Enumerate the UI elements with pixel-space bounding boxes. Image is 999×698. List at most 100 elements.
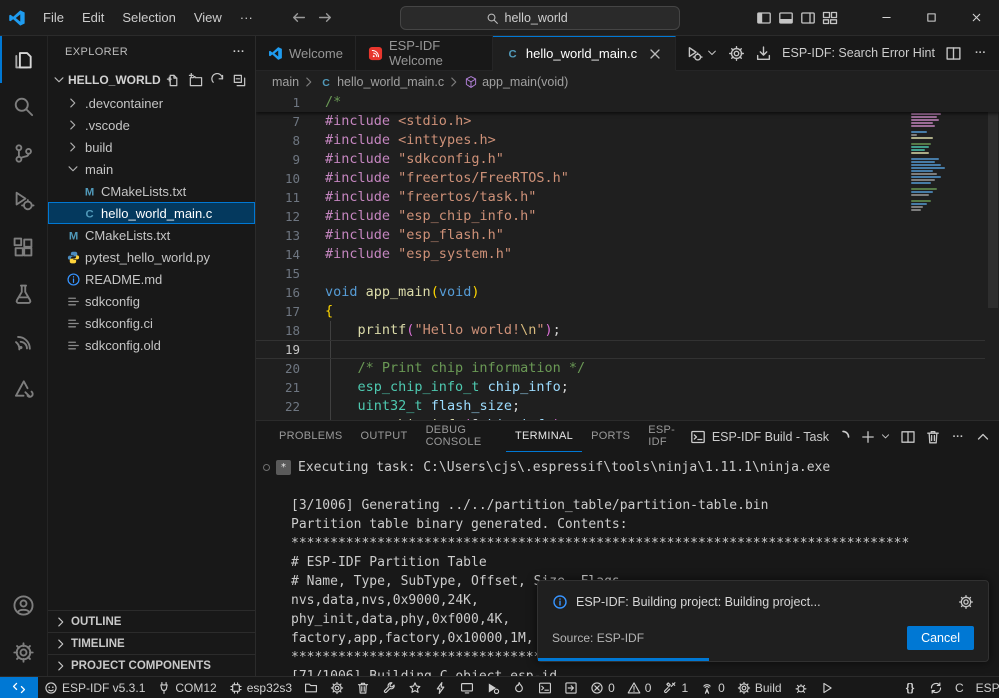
- status-execute-custom-task[interactable]: [558, 677, 584, 698]
- back-arrow-icon[interactable]: [290, 9, 307, 26]
- cancel-button[interactable]: Cancel: [907, 626, 974, 650]
- chevron-down-icon[interactable]: [880, 431, 891, 442]
- layout-sidebar-right-icon[interactable]: [800, 10, 816, 26]
- status-sync-status[interactable]: [923, 677, 949, 698]
- breadcrumb-item[interactable]: main: [272, 75, 299, 89]
- split-editor-icon[interactable]: [945, 45, 962, 62]
- split-terminal-icon[interactable]: [900, 429, 916, 445]
- menu-selection[interactable]: Selection: [113, 5, 184, 31]
- activity-espressif[interactable]: [0, 318, 47, 365]
- status-build-flash-monitor[interactable]: [506, 677, 532, 698]
- install-icon[interactable]: [755, 45, 772, 62]
- menu-edit[interactable]: Edit: [73, 5, 113, 31]
- refresh-icon[interactable]: [210, 73, 225, 88]
- tree-item-sdkconfig[interactable]: sdkconfig: [48, 290, 255, 312]
- close-icon[interactable]: [647, 46, 663, 62]
- minimap[interactable]: [907, 95, 965, 420]
- more-actions-icon[interactable]: ···: [972, 45, 989, 62]
- status-monitor-device[interactable]: [454, 677, 480, 698]
- activity-settings[interactable]: [0, 629, 47, 676]
- tree-item-sdkconfig-old[interactable]: sdkconfig.old: [48, 334, 255, 356]
- status-flash-device[interactable]: [428, 677, 454, 698]
- status-cmake-launch[interactable]: [814, 677, 840, 698]
- project-section-header[interactable]: HELLO_WORLD: [48, 68, 255, 92]
- activity-source-control[interactable]: [0, 130, 47, 177]
- tab-hello-world-main-c[interactable]: Chello_world_main.c: [493, 36, 676, 71]
- status-project-folder[interactable]: [298, 677, 324, 698]
- panel-tab-output[interactable]: OUTPUT: [352, 421, 417, 452]
- activity-account[interactable]: [0, 582, 47, 629]
- maximize-button[interactable]: [909, 0, 954, 35]
- status-cmake-build-variant[interactable]: Build: [731, 677, 788, 698]
- status-configure-tools[interactable]: 1: [657, 677, 694, 698]
- status-device-target[interactable]: esp32s3: [223, 677, 298, 698]
- panel-tab-problems[interactable]: PROBLEMS: [270, 421, 352, 452]
- terminal-task-selector[interactable]: ESP-IDF Build - Task: [690, 429, 851, 445]
- activity-run-debug[interactable]: [0, 177, 47, 224]
- breadcrumb-item[interactable]: Chello_world_main.c: [319, 75, 444, 89]
- new-terminal-icon[interactable]: [860, 429, 876, 445]
- minimize-button[interactable]: [864, 0, 909, 35]
- section-project-components[interactable]: PROJECT COMPONENTS: [48, 654, 255, 676]
- tab-welcome[interactable]: Welcome: [256, 36, 356, 70]
- new-file-icon[interactable]: [166, 73, 181, 88]
- tree-item-cmakelists-txt[interactable]: MCMakeLists.txt: [48, 180, 255, 202]
- panel-tab-ports[interactable]: PORTS: [582, 421, 639, 452]
- activity-esp-idf-explorer[interactable]: [0, 365, 47, 412]
- status-debug[interactable]: [480, 677, 506, 698]
- status-serial-port[interactable]: COM12: [151, 677, 222, 698]
- section-timeline[interactable]: TIMELINE: [48, 632, 255, 654]
- panel-tab-esp-idf[interactable]: ESP-IDF: [639, 421, 690, 452]
- status-remote-indicator[interactable]: [0, 677, 38, 698]
- breadcrumb-item[interactable]: app_main(void): [464, 75, 568, 89]
- status-idf-terminal[interactable]: [532, 677, 558, 698]
- section-outline[interactable]: OUTLINE: [48, 610, 255, 632]
- menu-view[interactable]: View: [185, 5, 231, 31]
- tree-item-cmakelists-txt[interactable]: MCMakeLists.txt: [48, 224, 255, 246]
- status-errors[interactable]: 0: [584, 677, 621, 698]
- code-editor[interactable]: 1/*7#include <stdio.h>8#include <inttype…: [256, 93, 999, 420]
- activity-search[interactable]: [0, 83, 47, 130]
- tree-item-hello-world-main-c[interactable]: Chello_world_main.c: [48, 202, 255, 224]
- menu-file[interactable]: File: [34, 5, 73, 31]
- menu-more[interactable]: ···: [231, 5, 262, 31]
- layout-custom-icon[interactable]: [822, 10, 838, 26]
- more-actions-icon[interactable]: ···: [950, 429, 966, 445]
- kill-terminal-icon[interactable]: [925, 429, 941, 445]
- gear-icon[interactable]: [728, 45, 745, 62]
- new-folder-icon[interactable]: [188, 73, 203, 88]
- status-format-status[interactable]: {}: [897, 677, 923, 698]
- status-sdk-configuration[interactable]: [324, 677, 350, 698]
- panel-tab-terminal[interactable]: TERMINAL: [506, 421, 582, 452]
- close-button[interactable]: [954, 0, 999, 35]
- activity-explorer[interactable]: [0, 36, 47, 83]
- tree-item--devcontainer[interactable]: .devcontainer: [48, 92, 255, 114]
- status-cmake-debug[interactable]: [788, 677, 814, 698]
- editor-scrollbar[interactable]: [986, 93, 999, 420]
- status-full-clean[interactable]: [350, 677, 376, 698]
- activity-extensions[interactable]: [0, 224, 47, 271]
- tree-item-pytest-hello-world-py[interactable]: pytest_hello_world.py: [48, 246, 255, 268]
- search-input[interactable]: [505, 11, 595, 25]
- tree-item-readme-md[interactable]: README.md: [48, 268, 255, 290]
- status-select-flash-method[interactable]: [402, 677, 428, 698]
- maximize-panel-icon[interactable]: [975, 429, 991, 445]
- activity-testing[interactable]: [0, 271, 47, 318]
- tab-esp-idf-welcome[interactable]: ESP-IDF Welcome: [356, 36, 493, 70]
- run-or-debug-icon[interactable]: [686, 45, 703, 62]
- status-warnings[interactable]: 0: [621, 677, 658, 698]
- sidebar-more-icon[interactable]: ···: [231, 44, 247, 60]
- tree-item-main[interactable]: main: [48, 158, 255, 180]
- layout-panel-icon[interactable]: [778, 10, 794, 26]
- status-build-project[interactable]: [376, 677, 402, 698]
- panel-tab-debug-console[interactable]: DEBUG CONSOLE: [417, 421, 506, 452]
- forward-arrow-icon[interactable]: [317, 9, 334, 26]
- notification-settings-icon[interactable]: [958, 594, 974, 610]
- search-error-hint-button[interactable]: ESP-IDF: Search Error Hint: [782, 46, 935, 60]
- command-center-search[interactable]: [400, 6, 680, 30]
- collapse-all-icon[interactable]: [232, 73, 247, 88]
- tree-item--vscode[interactable]: .vscode: [48, 114, 255, 136]
- status-language-mode[interactable]: C: [949, 677, 970, 698]
- tree-item-build[interactable]: build: [48, 136, 255, 158]
- status-esp-idf-status[interactable]: ESP-IDF: [970, 677, 999, 698]
